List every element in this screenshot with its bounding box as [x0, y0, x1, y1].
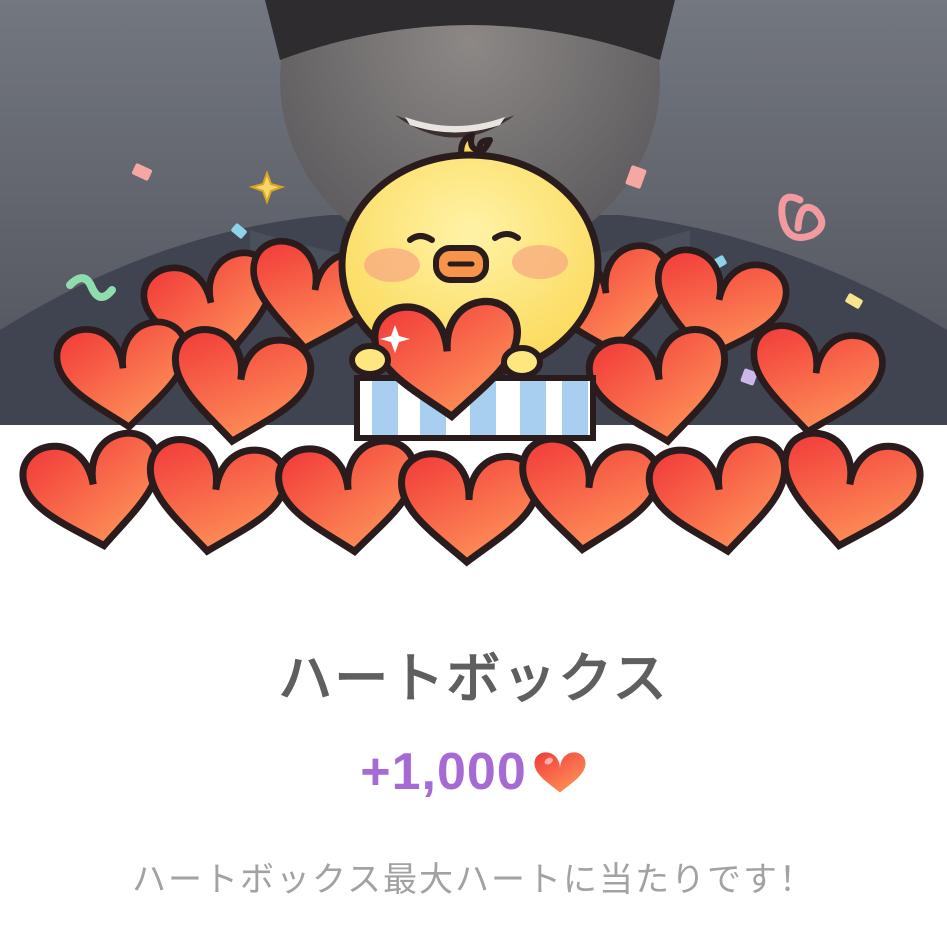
reward-amount: +1,000	[360, 743, 527, 801]
heart-box-result-popup: ハートボックス +1,000 ハートボックス最大ハートに当たりです！	[0, 0, 947, 947]
heart-pile-front	[18, 428, 924, 564]
chick-character	[338, 132, 602, 441]
reward-row: +1,000	[0, 742, 947, 802]
heart-box-title: ハートボックス	[278, 647, 669, 710]
reward-caption: ハートボックス最大ハートに当たりです！	[132, 860, 815, 900]
heart-box-illustration	[0, 132, 947, 600]
heart-icon	[534, 752, 586, 793]
